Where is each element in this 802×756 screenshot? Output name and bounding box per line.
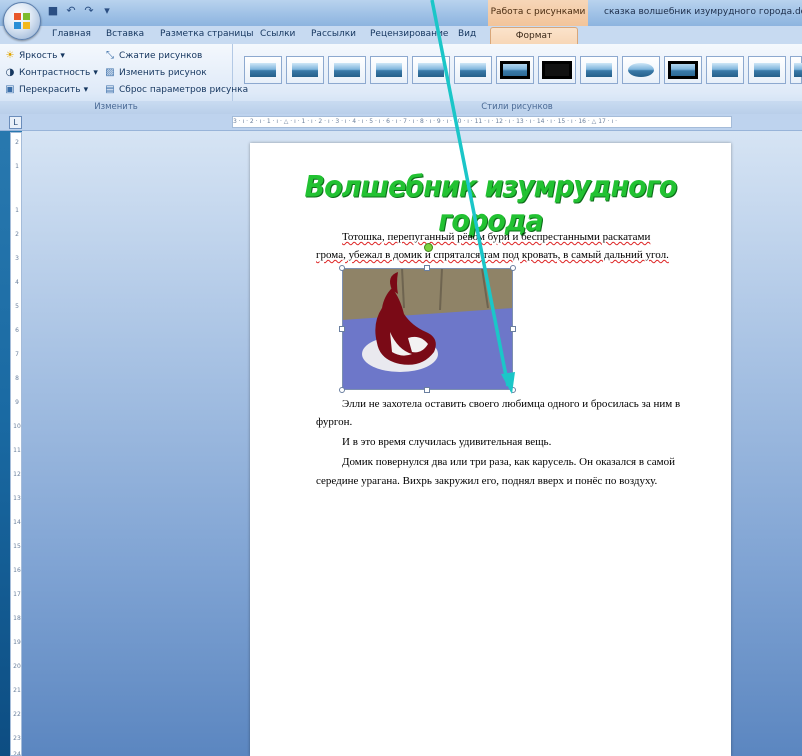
picture-styles-group: Стили рисунков [232,44,802,114]
recolor-button[interactable]: ▣ Перекрасить ▾ [4,84,88,95]
resize-handle[interactable] [339,265,345,271]
tab-insert[interactable]: Вставка [106,29,144,39]
reset-picture-icon: ▤ [105,84,115,95]
vruler-number: 20 [13,663,21,670]
resize-handle[interactable] [510,326,516,332]
picture-selection-frame [342,268,513,390]
office-button[interactable] [3,2,41,40]
vruler-number: 15 [13,543,21,550]
change-picture-icon: ▨ [105,67,115,78]
tab-format[interactable]: Формат [490,27,578,45]
picture-style-6[interactable] [454,56,492,84]
compress-pictures-button[interactable]: ⤡ Сжатие рисунков [104,50,202,61]
picture-tools-context-label: Работа с рисунками [488,0,588,26]
document-heading: Волшебник изумрудного города [304,169,678,239]
resize-handle[interactable] [424,387,430,393]
picture-style-12[interactable] [706,56,744,84]
vruler-number: 13 [13,495,21,502]
contrast-icon: ◑ [5,67,15,78]
vruler-number: 14 [13,519,21,526]
vruler-number: 3 [15,255,19,262]
tab-view[interactable]: Вид [458,29,476,39]
picture-style-5[interactable] [412,56,450,84]
tab-review[interactable]: Рецензирование [370,29,448,39]
title-bar: ■ ↶ ↷ ▾ Работа с рисунками сказка волшеб… [0,0,802,26]
picture-style-7[interactable] [496,56,534,84]
brightness-button[interactable]: ☀ Яркость ▾ [4,50,65,61]
compress-icon: ⤡ [106,50,114,61]
tab-references[interactable]: Ссылки [260,29,295,39]
resize-handle[interactable] [424,265,430,271]
vruler-number: 18 [13,615,21,622]
ribbon-tabs: Главная Вставка Разметка страницы Ссылки… [0,26,802,45]
ribbon: ☀ Яркость ▾ ◑ Контрастность ▾ ▣ Перекрасит… [0,44,802,115]
tab-selector-button[interactable]: L [9,116,22,129]
vertical-ruler[interactable]: 2 1 1 2 3 4 5 6 7 8 9 10 11 12 13 14 15 … [10,132,22,756]
redo-icon[interactable]: ↷ [82,4,96,18]
customize-qat-icon[interactable]: ▾ [100,4,114,18]
reset-picture-button[interactable]: ▤ Сброс параметров рисунка [104,84,248,95]
vruler-number: 1 [15,207,19,214]
vruler-number: 2 [15,139,19,146]
vruler-number: 17 [13,591,21,598]
adjust-group-label: Изменить [0,101,232,114]
paragraph-line: Элли не захотела оставить своего любимца… [342,398,681,410]
vruler-number: 2 [15,231,19,238]
recolor-icon: ▣ [5,84,15,95]
vruler-number: 12 [13,471,21,478]
document-page[interactable]: Волшебник изумрудного города Тотошка, пе… [250,143,731,756]
brightness-icon: ☀ [5,50,15,61]
document-title: сказка волшебник изумрудного города.docx… [604,7,802,17]
vruler-number: 4 [15,279,19,286]
picture-style-10[interactable] [622,56,660,84]
save-icon[interactable]: ■ [46,4,60,18]
vruler-number: 16 [13,567,21,574]
resize-handle[interactable] [510,387,516,393]
paragraph-line: И в это время случилась удивительная вещ… [342,436,552,448]
vruler-number: 24 [13,751,21,756]
vruler-number: 22 [13,711,21,718]
paragraph-line: фургон. [316,416,353,428]
vruler-number: 10 [13,423,21,430]
vruler-number: 9 [15,399,19,406]
paragraph-line: грома, убежал в домик и спрятался там по… [316,249,669,261]
tab-page-layout[interactable]: Разметка страницы [160,29,254,39]
vruler-number: 11 [13,447,21,454]
vruler-number: 7 [15,351,19,358]
vruler-number: 1 [15,163,19,170]
picture-style-13[interactable] [748,56,786,84]
tab-mailings[interactable]: Рассылки [311,29,356,39]
resize-handle[interactable] [339,326,345,332]
picture-style-8[interactable] [538,56,576,84]
vruler-number: 21 [13,687,21,694]
office-logo-icon [14,13,30,29]
paragraph-line: середине урагана. Вихрь закружил его, по… [316,475,658,487]
paragraph-line: Тотошка, перепуганный рёвом бури и беспр… [342,231,651,243]
rotation-handle[interactable] [424,243,433,252]
vruler-number: 19 [13,639,21,646]
horizontal-ruler[interactable]: 3 · ı · 2 · ı · 1 · ı · △ · ı · 1 · ı · … [232,116,732,128]
change-picture-button[interactable]: ▨ Изменить рисунок [104,67,206,78]
tab-home[interactable]: Главная [52,29,91,39]
resize-handle[interactable] [339,387,345,393]
contrast-button[interactable]: ◑ Контрастность ▾ [4,67,98,78]
vruler-number: 6 [15,327,19,334]
ruler-bar: L 3 · ı · 2 · ı · 1 · ı · △ · ı · 1 · ı … [0,114,802,131]
picture-style-1[interactable] [244,56,282,84]
quick-access-toolbar: ■ ↶ ↷ ▾ [46,4,114,18]
picture-style-11[interactable] [664,56,702,84]
picture-style-4[interactable] [370,56,408,84]
adjust-group: ☀ Яркость ▾ ◑ Контрастность ▾ ▣ Перекрасит… [0,44,248,114]
vruler-number: 23 [13,735,21,742]
paragraph-line: Домик повернулся два или три раза, как к… [342,456,676,468]
picture-style-14[interactable] [790,56,802,84]
picture-style-3[interactable] [328,56,366,84]
vruler-number: 8 [15,375,19,382]
picture-styles-label: Стили рисунков [232,101,802,114]
picture-style-9[interactable] [580,56,618,84]
vruler-number: 5 [15,303,19,310]
resize-handle[interactable] [510,265,516,271]
picture-style-2[interactable] [286,56,324,84]
undo-icon[interactable]: ↶ [64,4,78,18]
